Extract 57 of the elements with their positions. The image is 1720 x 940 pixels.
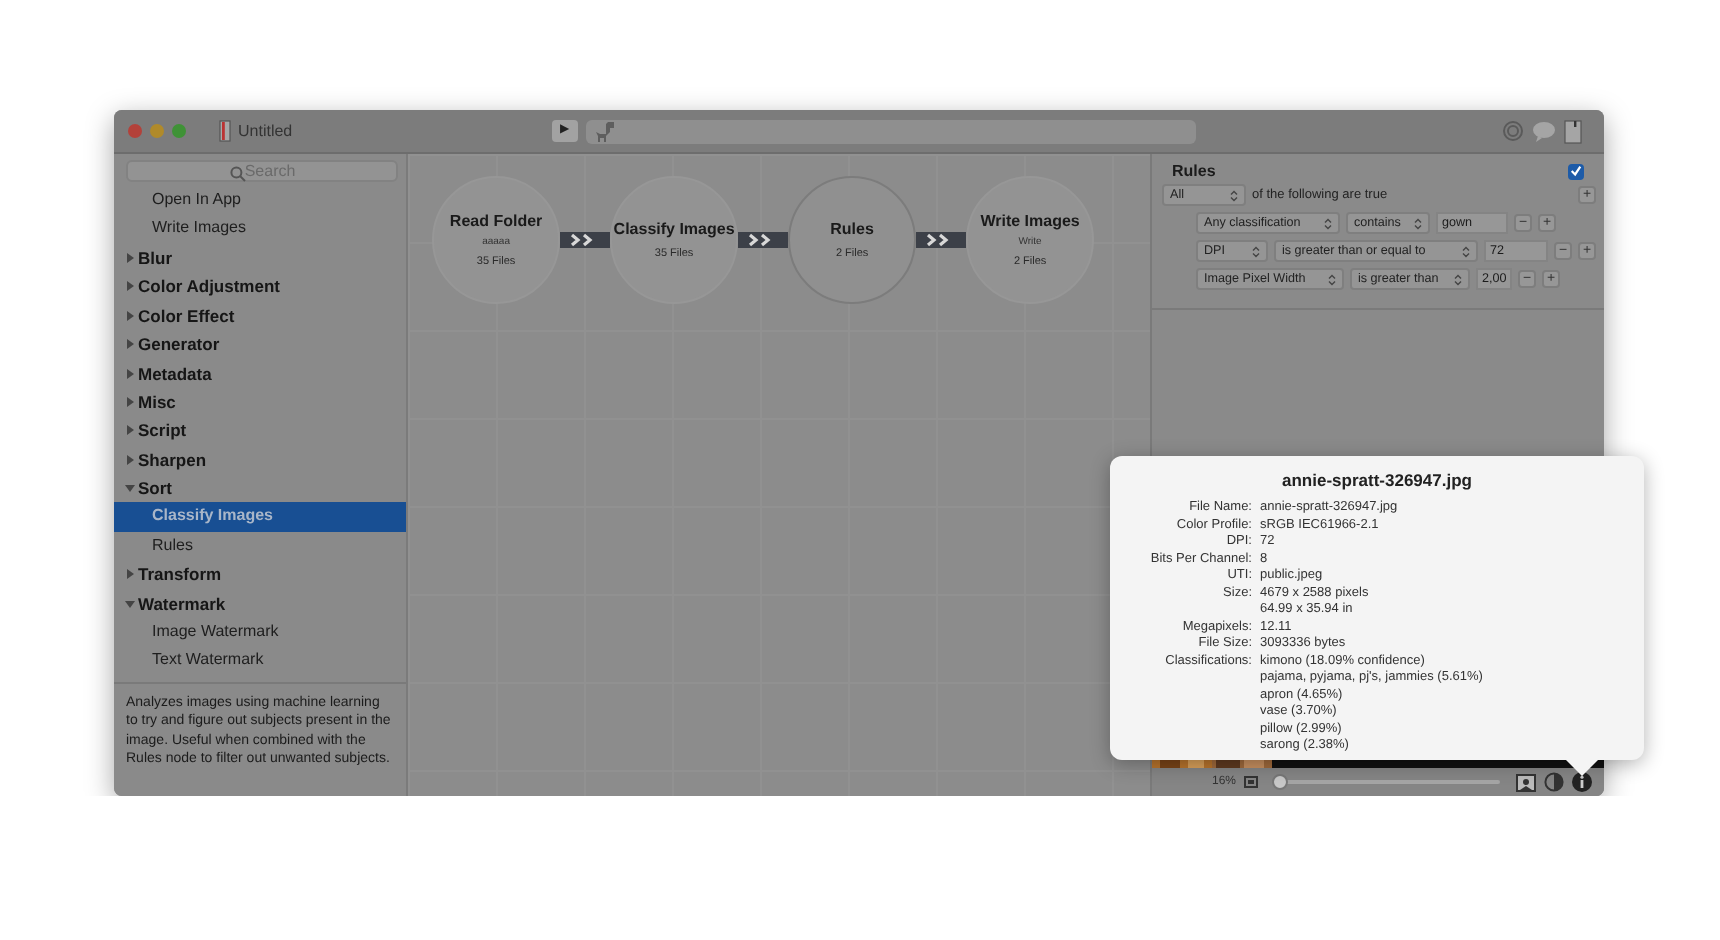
category-item[interactable]: Metadata [138,363,212,384]
sidebar-item[interactable]: Open In App [114,186,407,215]
collapsed-triangle-icon[interactable] [124,367,136,380]
window-title: Untitled [238,122,295,140]
updown-chevron-icon [1414,217,1422,229]
expanded-triangle-icon[interactable] [124,482,136,495]
contrast-icon[interactable] [1544,772,1564,792]
connector-icon [916,232,967,248]
sidebar-item[interactable]: Image Watermark [114,617,407,647]
category-item[interactable]: Script [138,420,187,441]
node-title: Classify Images [613,220,735,240]
popover-title: annie-spratt-326947.jpg [1280,470,1474,490]
sidebar-item[interactable]: Classify Images [114,502,407,532]
collapsed-triangle-icon[interactable] [124,338,136,351]
connector-icon [560,232,611,248]
connector-icon [738,232,789,248]
category-item[interactable]: Sort [138,478,172,499]
category-item[interactable]: Generator [138,334,220,355]
dinosaur-icon [594,119,618,143]
category-item[interactable]: Transform [138,564,222,585]
collapsed-triangle-icon[interactable] [124,424,136,437]
document-icon[interactable] [1564,119,1582,143]
collapsed-triangle-icon[interactable] [124,453,136,466]
search-icon [230,166,246,182]
updown-chevron-icon [1230,189,1238,201]
category-item[interactable]: Watermark [138,593,226,614]
expanded-triangle-icon[interactable] [124,597,136,610]
panel-title: Rules [1172,162,1216,180]
image-icon[interactable] [1516,773,1536,791]
updown-chevron-icon [1328,273,1336,285]
document-icon [218,120,232,142]
collapsed-triangle-icon[interactable] [124,309,136,322]
circle-icon[interactable] [1502,120,1524,142]
category-item[interactable]: Misc [138,391,176,412]
image-icon [1244,776,1259,788]
collapsed-triangle-icon[interactable] [124,280,136,293]
updown-chevron-icon [1324,217,1332,229]
updown-chevron-icon [1252,245,1260,257]
sidebar-item[interactable]: Text Watermark [114,646,407,676]
collapsed-triangle-icon[interactable] [124,568,136,581]
category-item[interactable]: Color Adjustment [138,276,280,297]
enabled-checkbox[interactable] [1568,163,1584,179]
info-icon[interactable] [1572,772,1592,792]
speech-bubble-icon[interactable] [1532,120,1556,142]
sidebar-item[interactable]: Write Images [114,214,407,244]
category-item[interactable]: Color Effect [138,305,235,326]
sidebar-item[interactable]: Rules [114,531,407,561]
node-title: Read Folder [449,211,543,231]
zoom-slider[interactable] [1274,774,1500,790]
updown-chevron-icon [1462,245,1470,257]
category-item[interactable]: Sharpen [138,449,207,470]
node-title: Rules [830,220,874,240]
updown-chevron-icon [1454,273,1462,285]
collapsed-triangle-icon[interactable] [124,395,136,408]
node-title: Write Images [980,211,1080,231]
category-item[interactable]: Blur [138,247,172,268]
collapsed-triangle-icon[interactable] [124,251,136,264]
